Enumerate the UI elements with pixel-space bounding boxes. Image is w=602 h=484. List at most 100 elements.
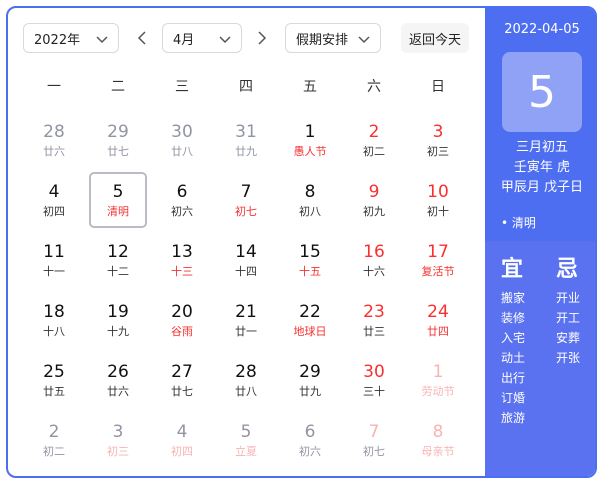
day-number: 30: [171, 121, 193, 142]
day-cell[interactable]: 10 初十: [409, 172, 467, 228]
day-lunar-label: 地球日: [293, 324, 327, 338]
day-lunar-label: 初七: [235, 204, 257, 218]
next-month-icon[interactable]: [253, 30, 269, 46]
day-lunar-label: 十五: [299, 264, 321, 278]
day-cell[interactable]: 12 十二: [89, 232, 147, 288]
previous-month-icon[interactable]: [135, 30, 151, 46]
day-lunar-label: 劳动节: [421, 384, 455, 398]
day-cell[interactable]: 27 廿七: [153, 352, 211, 408]
day-number: 7: [368, 421, 380, 442]
day-number: 30: [363, 361, 385, 382]
weekday-header: 一二三四五六日: [22, 76, 470, 96]
day-cell[interactable]: 22 地球日: [281, 292, 339, 348]
day-cell[interactable]: 1 劳动节: [409, 352, 467, 408]
day-cell[interactable]: 17 复活节: [409, 232, 467, 288]
weekday-label: 四: [239, 79, 253, 95]
day-cell[interactable]: 18 十八: [25, 292, 83, 348]
day-number: 9: [368, 181, 380, 202]
day-lunar-label: 廿八: [235, 384, 257, 398]
day-lunar-label: 廿五: [43, 384, 65, 398]
year-select[interactable]: 2022年: [23, 23, 119, 53]
day-cell[interactable]: 31 廿九: [217, 112, 275, 168]
back-to-today-button[interactable]: 返回今天: [401, 23, 469, 53]
day-cell[interactable]: 25 廿五: [25, 352, 83, 408]
day-cell[interactable]: 6 初六: [153, 172, 211, 228]
day-cell[interactable]: 26 廿六: [89, 352, 147, 408]
day-cell[interactable]: 28 廿八: [217, 352, 275, 408]
day-cell[interactable]: 7 初七: [217, 172, 275, 228]
month-select[interactable]: 4月: [162, 23, 242, 53]
day-cell[interactable]: 30 廿八: [153, 112, 211, 168]
day-lunar-label: 十六: [363, 264, 385, 278]
day-cell[interactable]: 24 廿四: [409, 292, 467, 348]
day-cell[interactable]: 1 愚人节: [281, 112, 339, 168]
day-lunar-label: 初九: [363, 204, 385, 218]
weekday-label: 五: [303, 79, 317, 95]
day-number: 14: [235, 241, 257, 262]
day-cell[interactable]: 11 十一: [25, 232, 83, 288]
day-cell[interactable]: 3 初三: [409, 112, 467, 168]
day-cell-selected[interactable]: 5 清明: [89, 172, 147, 228]
day-cell[interactable]: 19 十九: [89, 292, 147, 348]
ji-item: 开张: [556, 351, 581, 365]
day-cell[interactable]: 21 廿一: [217, 292, 275, 348]
day-cell[interactable]: 14 十四: [217, 232, 275, 288]
day-number: 29: [299, 361, 321, 382]
day-cell[interactable]: 30 三十: [345, 352, 403, 408]
day-lunar-label: 廿一: [235, 324, 257, 338]
day-lunar-label: 初十: [427, 204, 449, 218]
day-cell[interactable]: 20 谷雨: [153, 292, 211, 348]
calendar-widget: 2022年 4月 假期安排 返回今天 一二三四五六日 28 廿六 29 廿七 30 廿八 3…: [6, 6, 597, 478]
day-number: 27: [171, 361, 193, 382]
year-select-value: 2022年: [34, 32, 81, 48]
day-cell[interactable]: 15 十五: [281, 232, 339, 288]
yi-item: 装修: [501, 311, 526, 325]
day-number: 20: [171, 301, 193, 322]
day-number: 3: [112, 421, 124, 442]
day-number: 28: [43, 121, 65, 142]
selected-date: 2022-04-05: [504, 22, 580, 37]
lunar-year: 壬寅年 虎: [513, 160, 571, 175]
day-cell[interactable]: 5 立夏: [217, 412, 275, 468]
day-cell[interactable]: 2 初二: [25, 412, 83, 468]
ji-title: 忌: [556, 257, 579, 282]
day-cell[interactable]: 2 初二: [345, 112, 403, 168]
day-number: 6: [176, 181, 188, 202]
day-cell[interactable]: 16 十六: [345, 232, 403, 288]
day-cell[interactable]: 29 廿七: [89, 112, 147, 168]
ji-item: 安葬: [556, 331, 581, 345]
day-cell[interactable]: 29 廿九: [281, 352, 339, 408]
day-lunar-label: 初六: [171, 204, 193, 218]
day-number: 19: [107, 301, 129, 322]
day-number: 12: [107, 241, 129, 262]
day-cell[interactable]: 28 廿六: [25, 112, 83, 168]
day-cell[interactable]: 7 初七: [345, 412, 403, 468]
day-cell[interactable]: 8 初八: [281, 172, 339, 228]
yi-item: 旅游: [501, 411, 526, 425]
holiday-select[interactable]: 假期安排: [285, 23, 381, 53]
ji-item: 开工: [556, 311, 581, 325]
yi-column: 宜 搬家 装修 入宅 动土 出行 订婚 旅游: [501, 256, 541, 428]
lunar-info: 三月初五 壬寅年 虎 甲辰月 戊子日: [485, 138, 595, 198]
yi-item: 入宅: [501, 331, 526, 345]
day-cell[interactable]: 9 初九: [345, 172, 403, 228]
day-lunar-label: 母亲节: [421, 444, 455, 458]
day-lunar-label: 初四: [171, 444, 193, 458]
day-cell[interactable]: 13 十三: [153, 232, 211, 288]
day-cell[interactable]: 4 初四: [153, 412, 211, 468]
ji-item: 开业: [556, 291, 581, 305]
solar-term: • 清明: [501, 216, 536, 230]
day-cell[interactable]: 3 初三: [89, 412, 147, 468]
day-cell[interactable]: 4 初四: [25, 172, 83, 228]
day-number: 25: [43, 361, 65, 382]
yi-item: 动土: [501, 351, 526, 365]
day-number: 18: [43, 301, 65, 322]
holiday-select-value: 假期安排: [296, 32, 349, 48]
day-lunar-label: 十四: [235, 264, 257, 278]
day-cell[interactable]: 23 廿三: [345, 292, 403, 348]
day-number: 5: [240, 421, 252, 442]
day-cell[interactable]: 8 母亲节: [409, 412, 467, 468]
day-cell[interactable]: 6 初六: [281, 412, 339, 468]
day-number: 5: [112, 181, 124, 202]
day-lunar-label: 初七: [363, 444, 385, 458]
